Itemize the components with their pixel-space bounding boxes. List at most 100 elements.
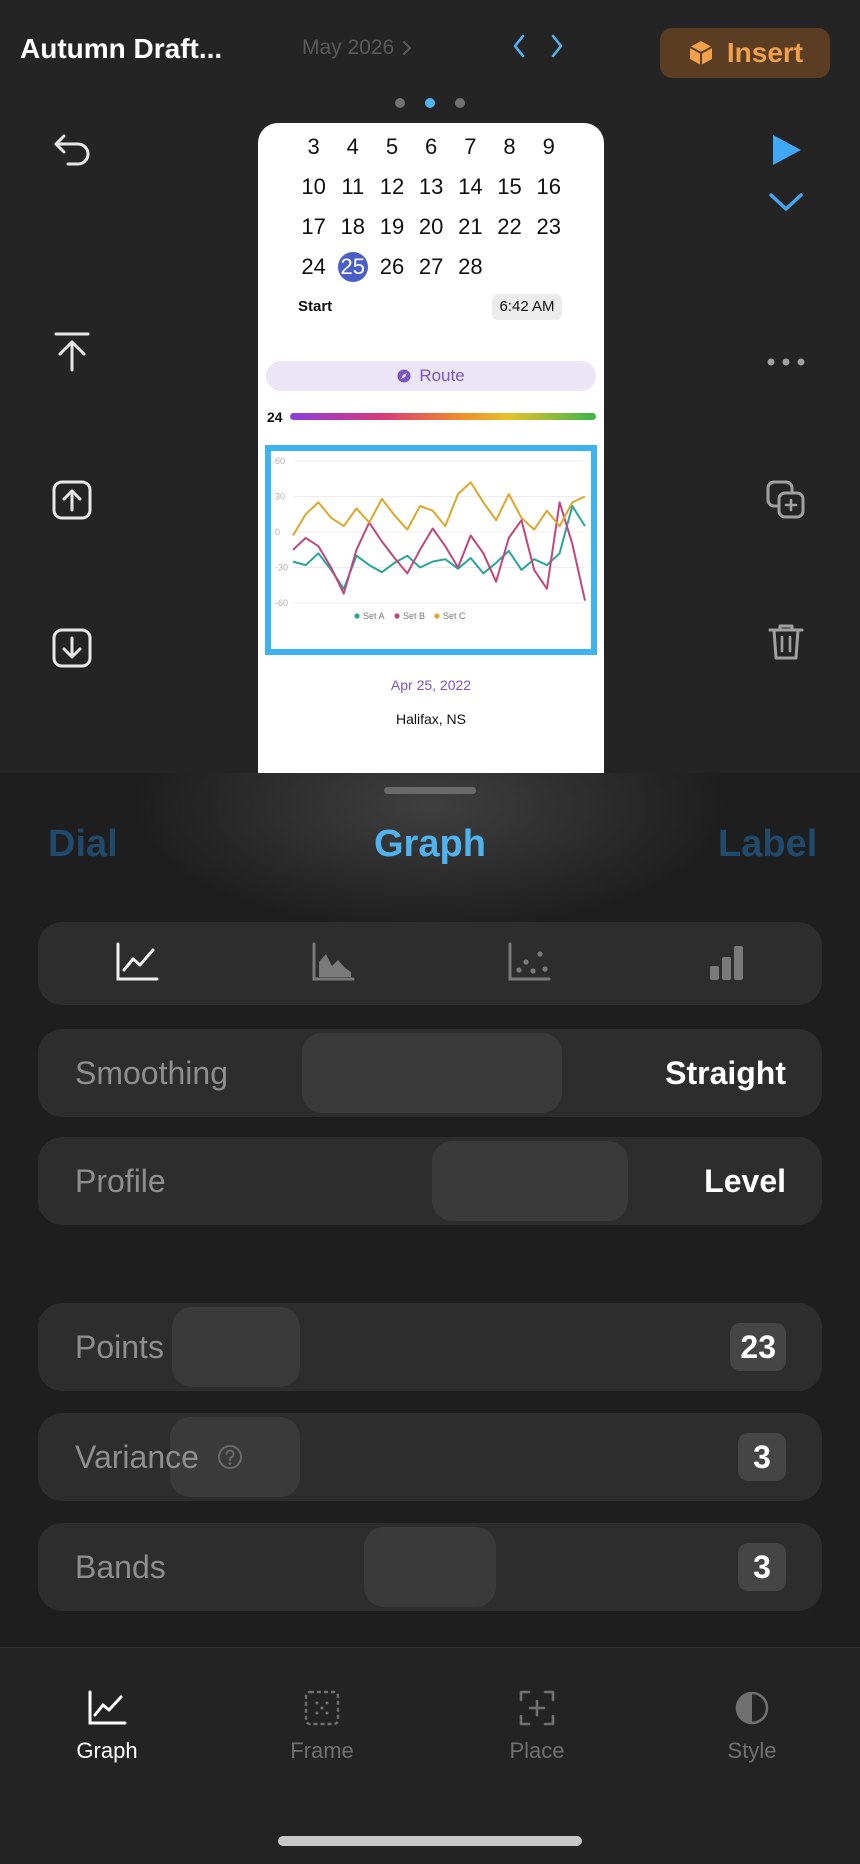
route-label: Route [419,366,465,385]
selected-chart-widget[interactable]: 60 30 0 -30 -60 Set A Set B Set C [265,445,597,655]
bands-slider-thumb[interactable] [364,1527,496,1607]
tab-style-label: Style [727,1738,777,1763]
profile-label: Profile [75,1163,166,1199]
profile-value: Level [704,1163,786,1199]
variance-control[interactable]: Variance 3 [38,1413,822,1501]
arrow-down-square-icon [52,628,92,668]
trash-icon [768,624,804,660]
points-value: 23 [730,1323,786,1371]
collapse-button[interactable] [756,172,816,232]
points-control[interactable]: Points 23 [38,1303,822,1391]
top-bar: Autumn Draft... May 2026 Insert [0,0,860,100]
line-chart-icon[interactable] [115,942,159,982]
bands-control[interactable]: Bands 3 [38,1523,822,1611]
scatter-chart-icon[interactable] [507,942,551,982]
day-number: 5 [385,134,399,159]
calendar-day[interactable]: 15 [490,173,529,201]
tab-style[interactable]: Style [682,1690,822,1764]
previous-button[interactable] [504,30,534,62]
move-down-button[interactable] [42,618,102,678]
move-up-button[interactable] [42,470,102,530]
legend-label: Set C [443,611,466,621]
profile-slider-thumb[interactable] [432,1141,628,1221]
insert-button[interactable]: Insert [660,28,830,78]
day-number: 7 [464,134,477,159]
delete-button[interactable] [756,612,816,672]
undo-button[interactable] [42,120,102,180]
page-dot[interactable] [395,98,405,108]
calendar-day[interactable]: 22 [490,213,529,241]
calendar-day[interactable]: 28 [451,253,490,281]
page-dot-active[interactable] [425,98,435,108]
calendar-day[interactable]: 23 [529,213,568,241]
area-chart-icon[interactable] [311,942,355,982]
profile-control[interactable]: Profile Level [38,1137,822,1225]
frame-icon [304,1690,340,1726]
tab-graph[interactable]: Graph [37,1690,177,1764]
calendar-day-selected[interactable]: 25 [333,252,372,282]
duplicate-button[interactable] [756,470,816,530]
smoothing-slider-thumb[interactable] [302,1033,562,1113]
tab-frame-label: Frame [290,1738,354,1763]
calendar-day[interactable]: 4 [333,133,372,161]
calendar-day[interactable]: 14 [451,173,490,201]
smoothing-control[interactable]: Smoothing Straight [38,1029,822,1117]
next-button[interactable] [542,30,572,62]
day-number: 18 [340,214,366,239]
help-icon[interactable] [217,1444,243,1470]
y-tick-label: -30 [275,563,288,573]
calendar-day[interactable]: 18 [333,213,372,241]
calendar-day[interactable]: 16 [529,173,568,201]
calendar-day[interactable]: 21 [451,213,490,241]
calendar-day[interactable]: 27 [412,253,451,281]
calendar-day[interactable]: 8 [490,133,529,161]
selected-day-number: 25 [337,252,368,282]
arrow-up-to-line-icon [54,332,90,372]
month-selector[interactable]: May 2026 [302,36,412,60]
day-number: 11 [341,174,365,199]
calendar-day[interactable]: 13 [412,173,451,201]
calendar-day[interactable]: 19 [372,213,411,241]
mode-tab-graph[interactable]: Graph [374,823,486,866]
calendar-day[interactable]: 12 [372,173,411,201]
tab-place[interactable]: Place [467,1690,607,1764]
insert-label: Insert [726,37,804,68]
calendar-day[interactable]: 11 [333,173,372,201]
box-icon [689,41,713,65]
mode-tab-label[interactable]: Label [718,823,817,866]
calendar-day[interactable]: 24 [294,253,333,281]
points-slider-thumb[interactable] [172,1307,300,1387]
play-button[interactable] [756,120,816,180]
calendar-day[interactable]: 3 [294,133,333,161]
calendar-day[interactable]: 6 [412,133,451,161]
sheet-grabber[interactable] [384,787,476,794]
calendar-day[interactable]: 26 [372,253,411,281]
home-indicator [278,1836,582,1846]
day-number: 23 [536,214,561,239]
day-number: 14 [458,174,483,199]
move-to-top-button[interactable] [42,322,102,382]
chevron-down-icon [769,193,803,211]
calendar-day[interactable]: 17 [294,213,333,241]
day-number: 19 [379,214,405,239]
calendar-day[interactable]: 9 [529,133,568,161]
start-time: 6:42 AM [492,294,562,320]
tab-place-label: Place [509,1738,565,1763]
day-number: 6 [425,134,438,159]
calendar-day[interactable]: 7 [451,133,490,161]
document-title[interactable]: Autumn Draft... [20,33,222,65]
points-label: Points [75,1329,164,1365]
line-chart: 60 30 0 -30 -60 Set A Set B Set C [275,456,586,621]
series-line-set-c [292,481,586,537]
calendar-day[interactable]: 5 [372,133,411,161]
widget-preview[interactable]: 3 4 5 6 7 8 9 10 11 12 13 14 15 16 17 18 19 20 21 22 23 24 25 2… [258,123,604,773]
page-dot[interactable] [455,98,465,108]
tab-frame[interactable]: Frame [252,1690,392,1764]
more-button[interactable] [756,332,816,392]
bar-chart-icon[interactable] [703,942,747,982]
gradient-bar [290,413,596,420]
calendar-day[interactable]: 20 [412,213,451,241]
calendar-day[interactable]: 10 [294,173,333,201]
mode-tab-dial[interactable]: Dial [48,823,118,866]
variance-label: Variance [75,1413,243,1501]
